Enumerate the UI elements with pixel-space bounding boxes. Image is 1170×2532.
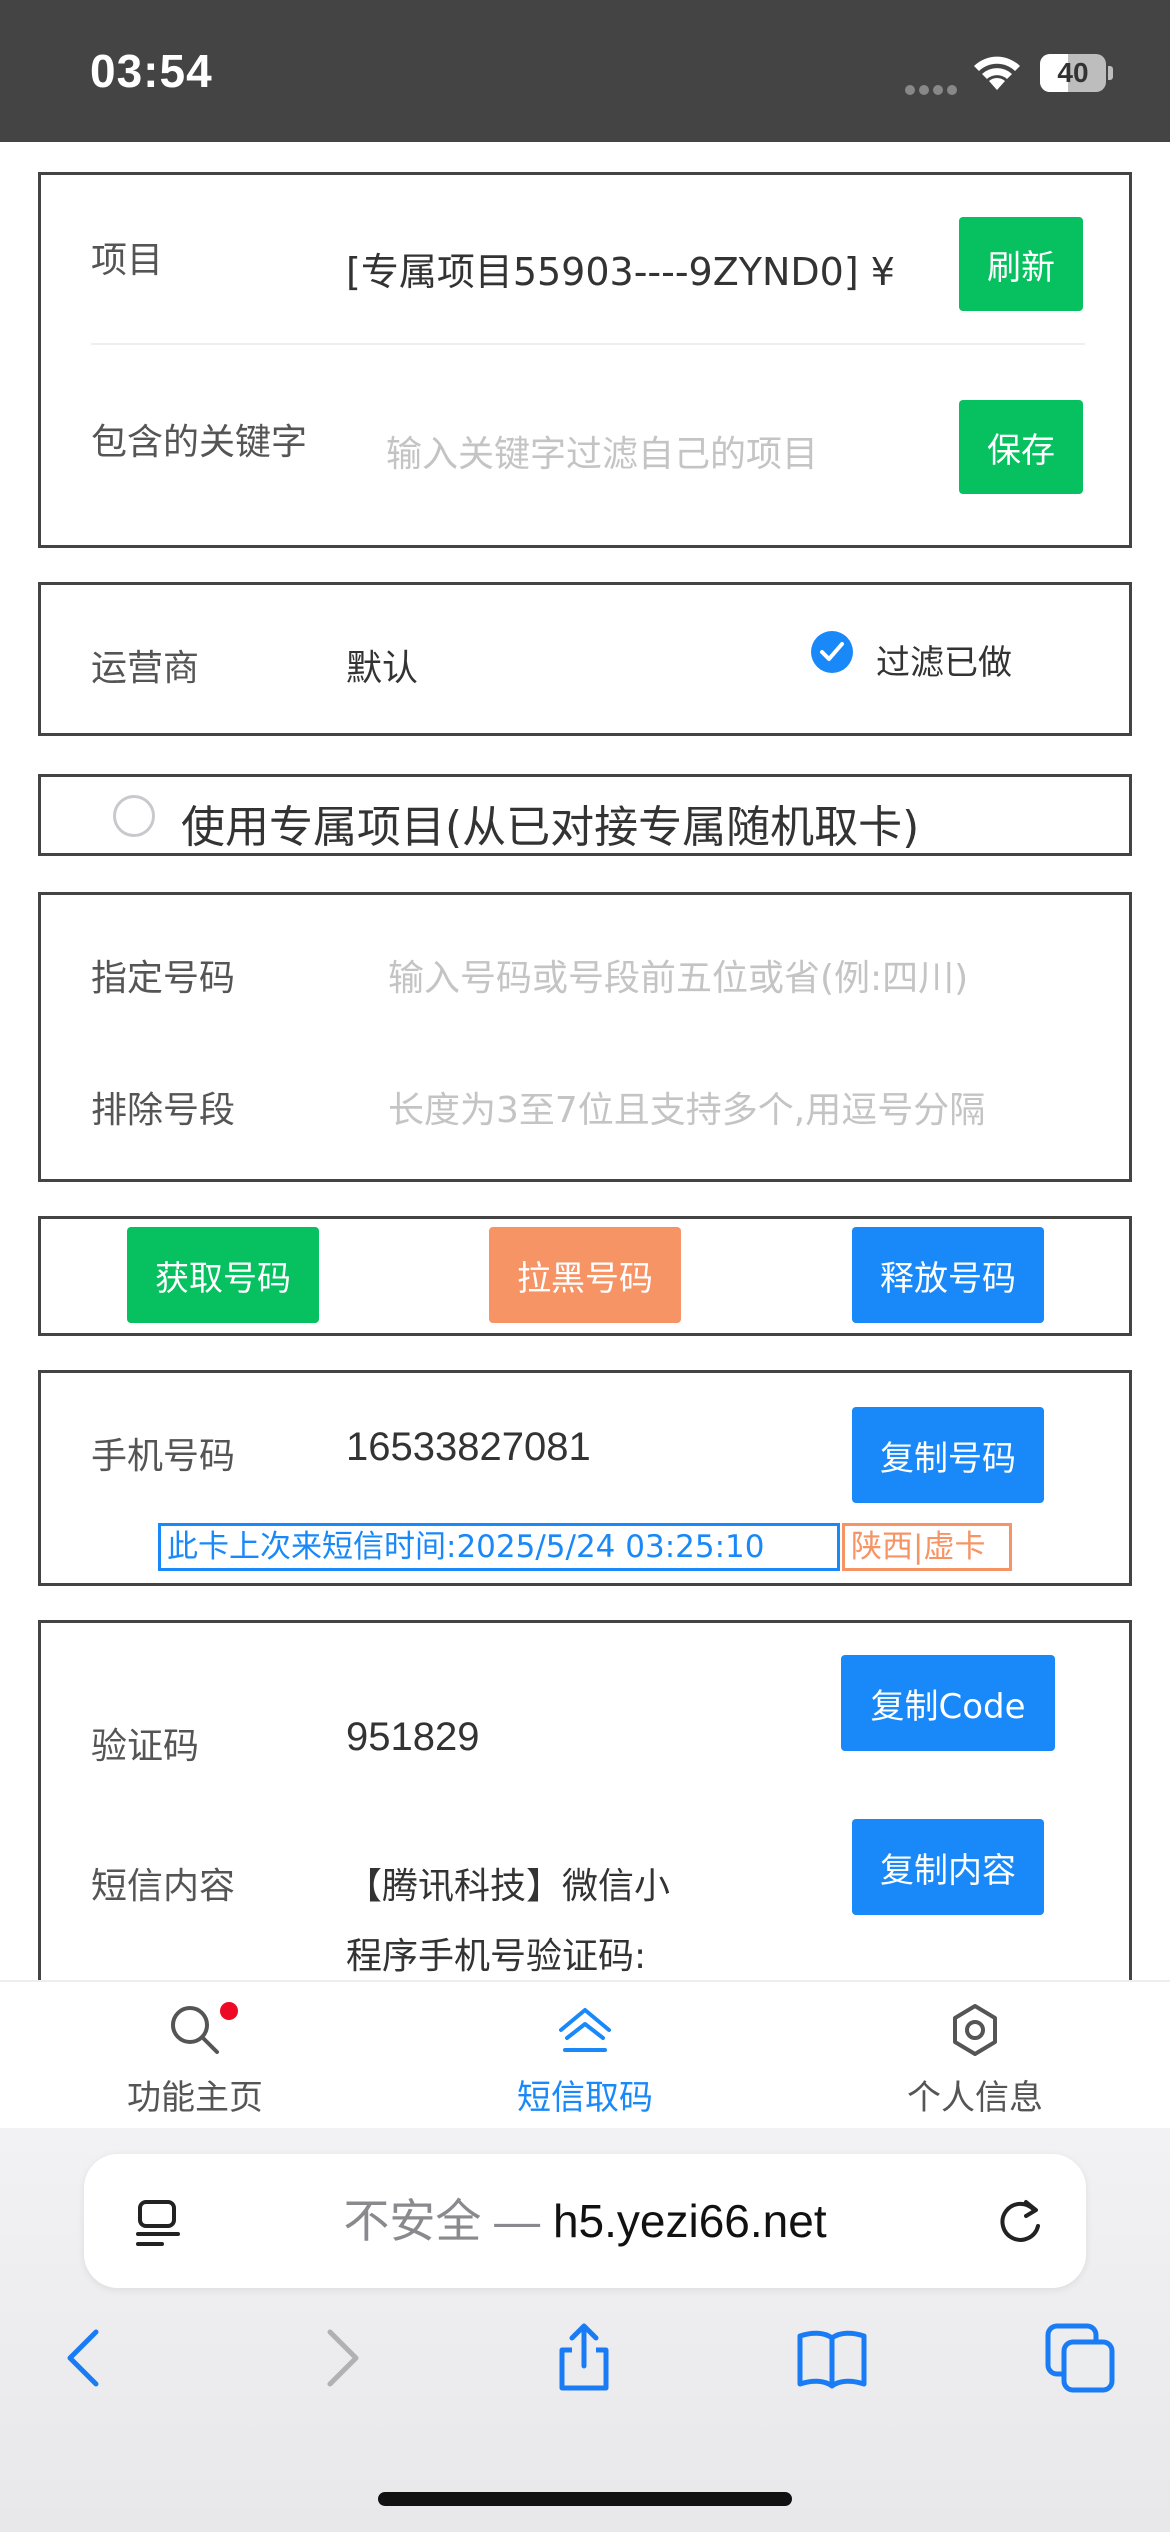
- action-card: 获取号码 拉黑号码 释放号码: [38, 1216, 1132, 1336]
- tab-sms-label: 短信取码: [517, 2078, 653, 2118]
- home-icon: [559, 2008, 611, 2052]
- forward-icon[interactable]: [302, 2322, 374, 2394]
- sms-line-1: 【腾讯科技】微信小: [346, 1866, 671, 1907]
- project-label: 项目: [91, 240, 164, 281]
- tab-home[interactable]: 功能主页: [0, 1982, 390, 2130]
- keyword-input[interactable]: 输入关键字过滤自己的项目: [386, 425, 818, 477]
- url-domain: h5.yezi66.net: [552, 2195, 827, 2247]
- tabs-icon[interactable]: [1044, 2322, 1116, 2394]
- battery-level: 40: [1057, 57, 1089, 88]
- share-icon[interactable]: [548, 2322, 620, 2394]
- refresh-button[interactable]: 刷新: [959, 217, 1083, 311]
- notification-dot: [220, 2002, 238, 2020]
- home-indicator: [378, 2492, 792, 2506]
- phone-label: 手机号码: [91, 1436, 236, 1477]
- code-label: 验证码: [91, 1726, 200, 1767]
- url-display[interactable]: 不安全 — h5.yezi66.net: [84, 2154, 1086, 2288]
- exclude-input[interactable]: 长度为3至7位且支持多个,用逗号分隔: [388, 1081, 985, 1133]
- battery-icon: 40: [1040, 54, 1113, 92]
- tab-profile[interactable]: 个人信息: [780, 1982, 1170, 2130]
- copy-content-button[interactable]: 复制内容: [852, 1819, 1044, 1915]
- carrier-card: 运营商 默认 过滤已做: [38, 582, 1132, 736]
- keyword-label: 包含的关键字: [91, 422, 308, 463]
- reload-icon[interactable]: [994, 2196, 1046, 2248]
- get-number-button[interactable]: 获取号码: [127, 1227, 319, 1323]
- project-select[interactable]: [专属项目55903----9ZYND0] ¥: [346, 241, 936, 296]
- exclusive-label: 使用专属项目(从已对接专属随机取卡): [181, 802, 920, 853]
- status-bar: 03:54 40: [0, 0, 1170, 142]
- sms-line-2: 程序手机号验证码:: [346, 1936, 647, 1977]
- gear-icon: [953, 2004, 997, 2056]
- copy-number-button[interactable]: 复制号码: [852, 1407, 1044, 1503]
- exclusive-card: 使用专属项目(从已对接专属随机取卡): [38, 774, 1132, 856]
- filter-label: 过滤已做: [876, 643, 1012, 683]
- tab-home-label: 功能主页: [127, 2078, 263, 2118]
- last-sms-tag: 此卡上次来短信时间:2025/5/24 03:25:10: [158, 1523, 840, 1571]
- signal-icon: [905, 80, 961, 95]
- number-card: 指定号码 输入号码或号段前五位或省(例:四川) 排除号段 长度为3至7位且支持多…: [38, 892, 1132, 1182]
- phone-number: 16533827081: [346, 1425, 591, 1469]
- status-time: 03:54: [90, 45, 213, 97]
- region-tag: 陕西|虚卡: [842, 1523, 1012, 1571]
- sms-label: 短信内容: [91, 1866, 236, 1907]
- specify-input[interactable]: 输入号码或号段前五位或省(例:四川): [388, 949, 968, 1001]
- tab-profile-label: 个人信息: [907, 2078, 1043, 2118]
- carrier-label: 运营商: [91, 648, 200, 689]
- project-card: 项目 [专属项目55903----9ZYND0] ¥ 刷新 包含的关键字 输入关…: [38, 172, 1132, 548]
- copy-code-button[interactable]: 复制Code: [841, 1655, 1055, 1751]
- divider: [91, 343, 1085, 345]
- carrier-select[interactable]: 默认: [346, 639, 418, 691]
- code-card: 验证码 951829 复制Code 短信内容 【腾讯科技】微信小 程序手机号验证…: [38, 1620, 1132, 1980]
- address-bar[interactable]: 不安全 — h5.yezi66.net: [84, 2154, 1086, 2288]
- tab-bar: 功能主页 短信取码 个人信息: [0, 1980, 1170, 2128]
- phone-card: 手机号码 16533827081 复制号码 此卡上次来短信时间:2025/5/2…: [38, 1370, 1132, 1586]
- specify-label: 指定号码: [91, 958, 236, 999]
- exclude-label: 排除号段: [91, 1090, 236, 1131]
- insecure-label: 不安全 —: [343, 2195, 553, 2247]
- tab-sms[interactable]: 短信取码: [390, 1982, 780, 2130]
- save-button[interactable]: 保存: [959, 400, 1083, 494]
- back-icon[interactable]: [52, 2322, 124, 2394]
- wifi-icon: [974, 56, 1020, 90]
- bookmarks-icon[interactable]: [796, 2322, 868, 2394]
- page-content: 项目 [专属项目55903----9ZYND0] ¥ 刷新 包含的关键字 输入关…: [0, 142, 1170, 1980]
- filter-checkbox[interactable]: [811, 631, 853, 673]
- exclusive-radio[interactable]: [113, 795, 155, 837]
- search-icon: [171, 2006, 219, 2054]
- release-number-button[interactable]: 释放号码: [852, 1227, 1044, 1323]
- block-number-button[interactable]: 拉黑号码: [489, 1227, 681, 1323]
- code-value: 951829: [346, 1715, 480, 1759]
